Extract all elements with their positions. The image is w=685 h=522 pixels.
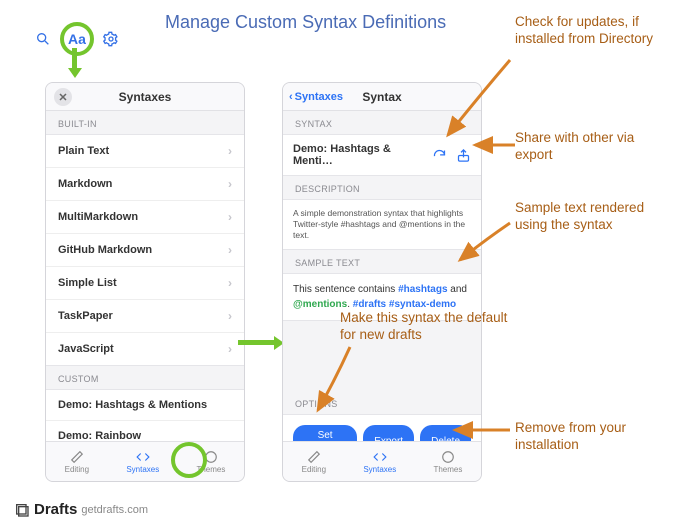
- chevron-right-icon: ›: [228, 309, 232, 323]
- list-item[interactable]: GitHub Markdown›: [46, 234, 244, 267]
- arrow-annotation: [72, 48, 77, 72]
- callout-sample: Sample text rendered using the syntax: [515, 200, 665, 234]
- syntaxes-title: Syntaxes: [119, 90, 172, 104]
- syntax-name-row: Demo: Hashtags & Menti…: [283, 134, 481, 176]
- syntaxes-header: ✕ Syntaxes: [46, 83, 244, 111]
- detail-title: Syntax: [362, 90, 401, 104]
- syntax-section-label: SYNTAX: [283, 111, 481, 134]
- arrow-annotation: [238, 340, 278, 345]
- chevron-right-icon: ›: [228, 276, 232, 290]
- callout-share: Share with other via export: [515, 130, 665, 164]
- callout-remove: Remove from your installation: [515, 420, 665, 454]
- custom-section-label: CUSTOM: [46, 366, 244, 389]
- hashtag: #drafts: [353, 299, 386, 310]
- chevron-right-icon: ›: [228, 177, 232, 191]
- editor-toolbar-icons: Aa: [26, 20, 128, 58]
- list-item[interactable]: Plain Text›: [46, 135, 244, 168]
- tab-label: Themes: [433, 465, 462, 474]
- chevron-right-icon: ›: [228, 243, 232, 257]
- chevron-right-icon: ›: [228, 210, 232, 224]
- hashtag: #hashtags: [398, 284, 447, 295]
- tab-label: Themes: [196, 465, 225, 474]
- callout-default: Make this syntax the default for new dra…: [340, 310, 510, 344]
- bottom-tabbar: Editing Syntaxes Themes: [46, 441, 244, 481]
- syntax-name: Demo: Hashtags & Menti…: [293, 143, 431, 167]
- back-button[interactable]: ‹ Syntaxes: [289, 91, 343, 103]
- close-icon[interactable]: ✕: [54, 88, 72, 106]
- search-icon[interactable]: [32, 28, 54, 50]
- mention: @mentions: [293, 299, 347, 310]
- tab-editing[interactable]: Editing: [302, 450, 326, 474]
- tab-editing[interactable]: Editing: [65, 450, 89, 474]
- tab-label: Editing: [302, 465, 326, 474]
- chevron-right-icon: ›: [228, 342, 232, 356]
- syntax-detail-panel: ‹ Syntaxes Syntax SYNTAX Demo: Hashtags …: [282, 82, 482, 482]
- list-item[interactable]: Demo: Hashtags & Mentions: [46, 390, 244, 421]
- options-label: OPTIONS: [283, 391, 481, 414]
- footer: Drafts getdrafts.com: [14, 501, 148, 518]
- share-icon[interactable]: [455, 147, 471, 163]
- brand-url: getdrafts.com: [81, 504, 148, 516]
- tab-themes[interactable]: Themes: [196, 450, 225, 474]
- appearance-aa-icon[interactable]: Aa: [60, 22, 94, 56]
- builtin-section-label: BUILT-IN: [46, 111, 244, 134]
- description-label: DESCRIPTION: [283, 176, 481, 199]
- chevron-left-icon: ‹: [289, 91, 293, 103]
- tab-syntaxes[interactable]: Syntaxes: [126, 450, 159, 474]
- list-item[interactable]: TaskPaper›: [46, 300, 244, 333]
- callout-updates: Check for updates, if installed from Dir…: [515, 14, 665, 48]
- sample-label: SAMPLE TEXT: [283, 250, 481, 273]
- gear-icon[interactable]: [100, 28, 122, 50]
- drafts-logo-icon: [14, 502, 30, 518]
- list-item[interactable]: Markdown›: [46, 168, 244, 201]
- tab-label: Syntaxes: [363, 465, 396, 474]
- hashtag: #syntax-demo: [389, 299, 456, 310]
- tab-label: Editing: [65, 465, 89, 474]
- tab-syntaxes[interactable]: Syntaxes: [363, 450, 396, 474]
- list-item[interactable]: Simple List›: [46, 267, 244, 300]
- page-title: Manage Custom Syntax Definitions: [165, 12, 446, 33]
- tab-themes[interactable]: Themes: [433, 450, 462, 474]
- bottom-tabbar: Editing Syntaxes Themes: [283, 441, 481, 481]
- brand-name: Drafts: [34, 501, 77, 518]
- tab-label: Syntaxes: [126, 465, 159, 474]
- description-text: A simple demonstration syntax that highl…: [283, 199, 481, 250]
- syntaxes-list-panel: ✕ Syntaxes BUILT-IN Plain Text› Markdown…: [45, 82, 245, 482]
- list-item[interactable]: JavaScript›: [46, 333, 244, 365]
- chevron-right-icon: ›: [228, 144, 232, 158]
- refresh-icon[interactable]: [431, 147, 447, 163]
- list-item[interactable]: MultiMarkdown›: [46, 201, 244, 234]
- builtin-list: Plain Text› Markdown› MultiMarkdown› Git…: [46, 134, 244, 366]
- syntax-detail-header: ‹ Syntaxes Syntax: [283, 83, 481, 111]
